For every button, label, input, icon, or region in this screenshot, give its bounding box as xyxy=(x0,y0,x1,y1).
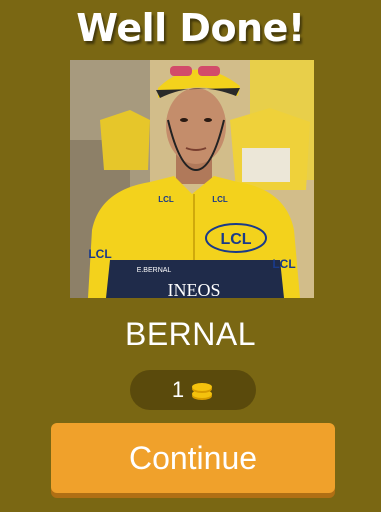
svg-text:LCL: LCL xyxy=(212,195,228,204)
answer-photo: LCL LCL LCL LCL LCL E.BERNAL INEOS xyxy=(70,60,314,298)
svg-text:LCL: LCL xyxy=(158,195,174,204)
svg-text:E.BERNAL: E.BERNAL xyxy=(137,267,172,274)
coin-stack-icon xyxy=(190,378,214,402)
answer-name: BERNAL xyxy=(124,316,257,352)
coin-counter: 1 xyxy=(130,370,256,410)
svg-text:LCL: LCL xyxy=(272,257,295,271)
svg-text:INEOS: INEOS xyxy=(168,280,221,298)
continue-button[interactable]: Continue xyxy=(51,423,335,493)
svg-text:LCL: LCL xyxy=(88,247,111,261)
page-title: Well Done! xyxy=(76,6,305,50)
coin-count: 1 xyxy=(171,377,185,402)
svg-text:LCL: LCL xyxy=(220,231,251,248)
